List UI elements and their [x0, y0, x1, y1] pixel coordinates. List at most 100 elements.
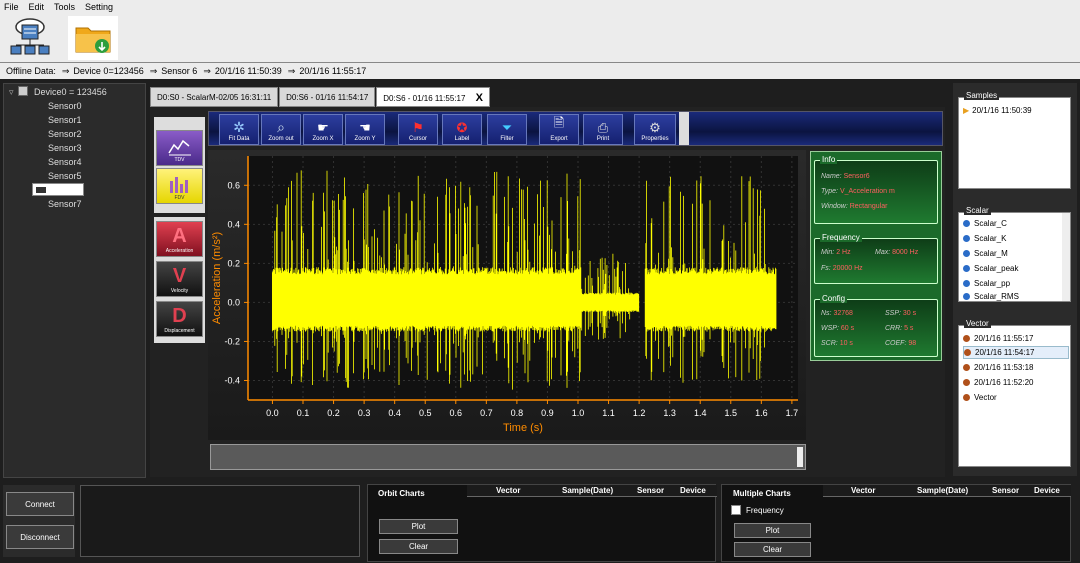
toolbar-overflow[interactable] [679, 112, 689, 145]
label-button[interactable]: ✪ Label [442, 114, 482, 145]
hand-icon: ☛ [317, 120, 329, 135]
x-tick-label: 1.7 [786, 408, 799, 418]
orbit-clear-button[interactable]: Clear [379, 539, 458, 554]
device-icon [18, 86, 28, 96]
velocity-button[interactable]: V Velocity [156, 261, 203, 297]
log-area [80, 485, 360, 557]
displacement-button[interactable]: D Displacement [156, 301, 203, 337]
print-button[interactable]: ⎙ Print [583, 114, 623, 145]
multi-col-sample[interactable]: Sample(Date) [917, 486, 968, 495]
x-tick-label: 0.0 [266, 408, 279, 418]
tree-sensor1[interactable]: Sensor1 [48, 114, 82, 126]
zoom-x-button[interactable]: ☛ Zoom X [303, 114, 343, 145]
multi-col-device[interactable]: Device [1034, 486, 1060, 495]
properties-button[interactable]: ⚙ Properties [634, 114, 676, 145]
orbit-col-sample[interactable]: Sample(Date) [562, 486, 613, 495]
multiple-charts-title: Multiple Charts [733, 489, 791, 498]
time-domain-chart[interactable]: 0.0 0.1 0.2 0.3 0.4 0.5 0.6 0.7 0.8 0.9 1.0 1.1 1.2 1… [208, 150, 806, 440]
cfg-coef-key: COEF: [885, 340, 907, 347]
orbit-col-sensor[interactable]: Sensor [637, 486, 664, 495]
horizontal-scrollbar[interactable] [210, 444, 806, 470]
connect-button[interactable]: Connect [6, 492, 74, 516]
info-group: Info Name: Sensor6 Type: V_Acceleration … [814, 155, 938, 224]
x-tick-label: 1.3 [663, 408, 676, 418]
tree-sensor4[interactable]: Sensor4 [48, 156, 82, 168]
cursor-button[interactable]: ⚑ Cursor [398, 114, 438, 145]
menu-edit[interactable]: Edit [29, 2, 45, 12]
orbit-col-vector[interactable]: Vector [496, 486, 520, 495]
fit-data-button[interactable]: ✲ Fit Data [219, 114, 259, 145]
sample-item[interactable]: ▶ 20/1/16 11:50:39 [963, 104, 1032, 117]
right-panel: Samples ▶ 20/1/16 11:50:39 Scalar Scalar_… [953, 83, 1077, 476]
multi-clear-button[interactable]: Clear [734, 542, 811, 557]
freq-max-key: Max: [875, 249, 891, 256]
scalar-item[interactable]: Scalar_pp [963, 277, 1010, 290]
filter-button[interactable]: ⏷ Filter [487, 114, 527, 145]
acceleration-glyph: A [172, 225, 187, 247]
offline-data-label: Offline Data: [6, 66, 56, 76]
view-mode-tools: TDV FDV A Acceleration V Velocity D Disp… [154, 117, 205, 345]
tab-scalarm[interactable]: D0:S0 - ScalarM-02/05 16:31:11 [150, 87, 279, 107]
tab-s6-115417[interactable]: D0:S6 - 01/16 11:54:17 [279, 87, 376, 107]
samples-title: Samples [964, 91, 1000, 100]
tree-sensor6-selected[interactable] [32, 183, 84, 196]
zoom-out-button[interactable]: ⌕ Zoom out [261, 114, 301, 145]
scalar-scrollbar[interactable] [1062, 213, 1070, 301]
vector-item[interactable]: 20/1/16 11:52:20 [963, 376, 1033, 389]
tree-root-device[interactable]: Device0 = 123456 [34, 86, 107, 98]
tree-sensor5[interactable]: Sensor5 [48, 170, 82, 182]
x-tick-label: 1.2 [633, 408, 646, 418]
network-devices-icon[interactable] [5, 16, 55, 60]
tree-expand-icon[interactable]: ▿ [9, 86, 14, 98]
scrollbar-thumb[interactable] [797, 447, 803, 467]
open-folder-icon[interactable] [68, 16, 118, 60]
tab-s6-115517[interactable]: D0:S6 - 01/16 11:55:17 X [376, 87, 490, 107]
tree-sensor2[interactable]: Sensor2 [48, 128, 82, 140]
export-button[interactable]: 🗎 Export [539, 114, 579, 145]
info-name-value: Sensor6 [843, 173, 870, 180]
zoom-y-button[interactable]: ☚ Zoom Y [345, 114, 385, 145]
orange-dot-icon [963, 394, 970, 401]
multi-col-vector[interactable]: Vector [851, 486, 875, 495]
tree-sensor7[interactable]: Sensor7 [48, 198, 82, 210]
menu-bar: File Edit Tools Setting [0, 0, 1080, 14]
x-tick-label: 1.6 [755, 408, 768, 418]
menu-file[interactable]: File [4, 2, 19, 12]
fdv-button[interactable]: FDV [156, 168, 203, 204]
frequency-title: Frequency [820, 233, 862, 242]
x-tick-label: 1.4 [694, 408, 707, 418]
cfg-ssp-value: 30 s [902, 310, 917, 317]
folder-icon: ▶ [963, 106, 970, 115]
scalar-item[interactable]: Scalar_RMS [963, 292, 1019, 301]
acceleration-button[interactable]: A Acceleration [156, 221, 203, 257]
orbit-plot-button[interactable]: Plot [379, 519, 458, 534]
vector-item[interactable]: 20/1/16 11:53:18 [963, 361, 1033, 374]
scalar-item[interactable]: Scalar_K [963, 232, 1006, 245]
tree-sensor0[interactable]: Sensor0 [48, 100, 82, 112]
blue-dot-icon [963, 235, 970, 242]
scalar-item[interactable]: Scalar_M [963, 247, 1008, 260]
tree-sensor3[interactable]: Sensor3 [48, 142, 82, 154]
menu-setting[interactable]: Setting [85, 2, 113, 12]
frequency-checkbox[interactable] [731, 505, 741, 515]
vector-item[interactable]: 20/1/16 11:55:17 [963, 332, 1033, 345]
scalar-item[interactable]: Scalar_peak [963, 262, 1018, 275]
vector-item-selected[interactable]: 20/1/16 11:54:17 [963, 346, 1069, 359]
multi-plot-button[interactable]: Plot [734, 523, 811, 538]
disconnect-button[interactable]: Disconnect [6, 525, 74, 549]
info-name-key: Name: [821, 173, 842, 180]
info-window-value: Rectangular [849, 203, 888, 210]
tdv-label: TDV [174, 157, 185, 163]
sensor-info-panel: Info Name: Sensor6 Type: V_Acceleration … [810, 151, 942, 361]
multi-col-sensor[interactable]: Sensor [992, 486, 1019, 495]
orbit-col-device[interactable]: Device [680, 486, 706, 495]
scalar-item[interactable]: Scalar_C [963, 217, 1007, 230]
menu-tools[interactable]: Tools [54, 2, 75, 12]
tdv-button[interactable]: TDV [156, 130, 203, 166]
blue-dot-icon [963, 280, 970, 287]
close-icon[interactable]: X [476, 92, 483, 104]
top-toolbar [0, 14, 1080, 62]
freq-max-value: 8000 Hz [892, 249, 919, 256]
cfg-scr-value: 10 s [839, 340, 853, 347]
vector-item[interactable]: Vector [963, 391, 997, 404]
